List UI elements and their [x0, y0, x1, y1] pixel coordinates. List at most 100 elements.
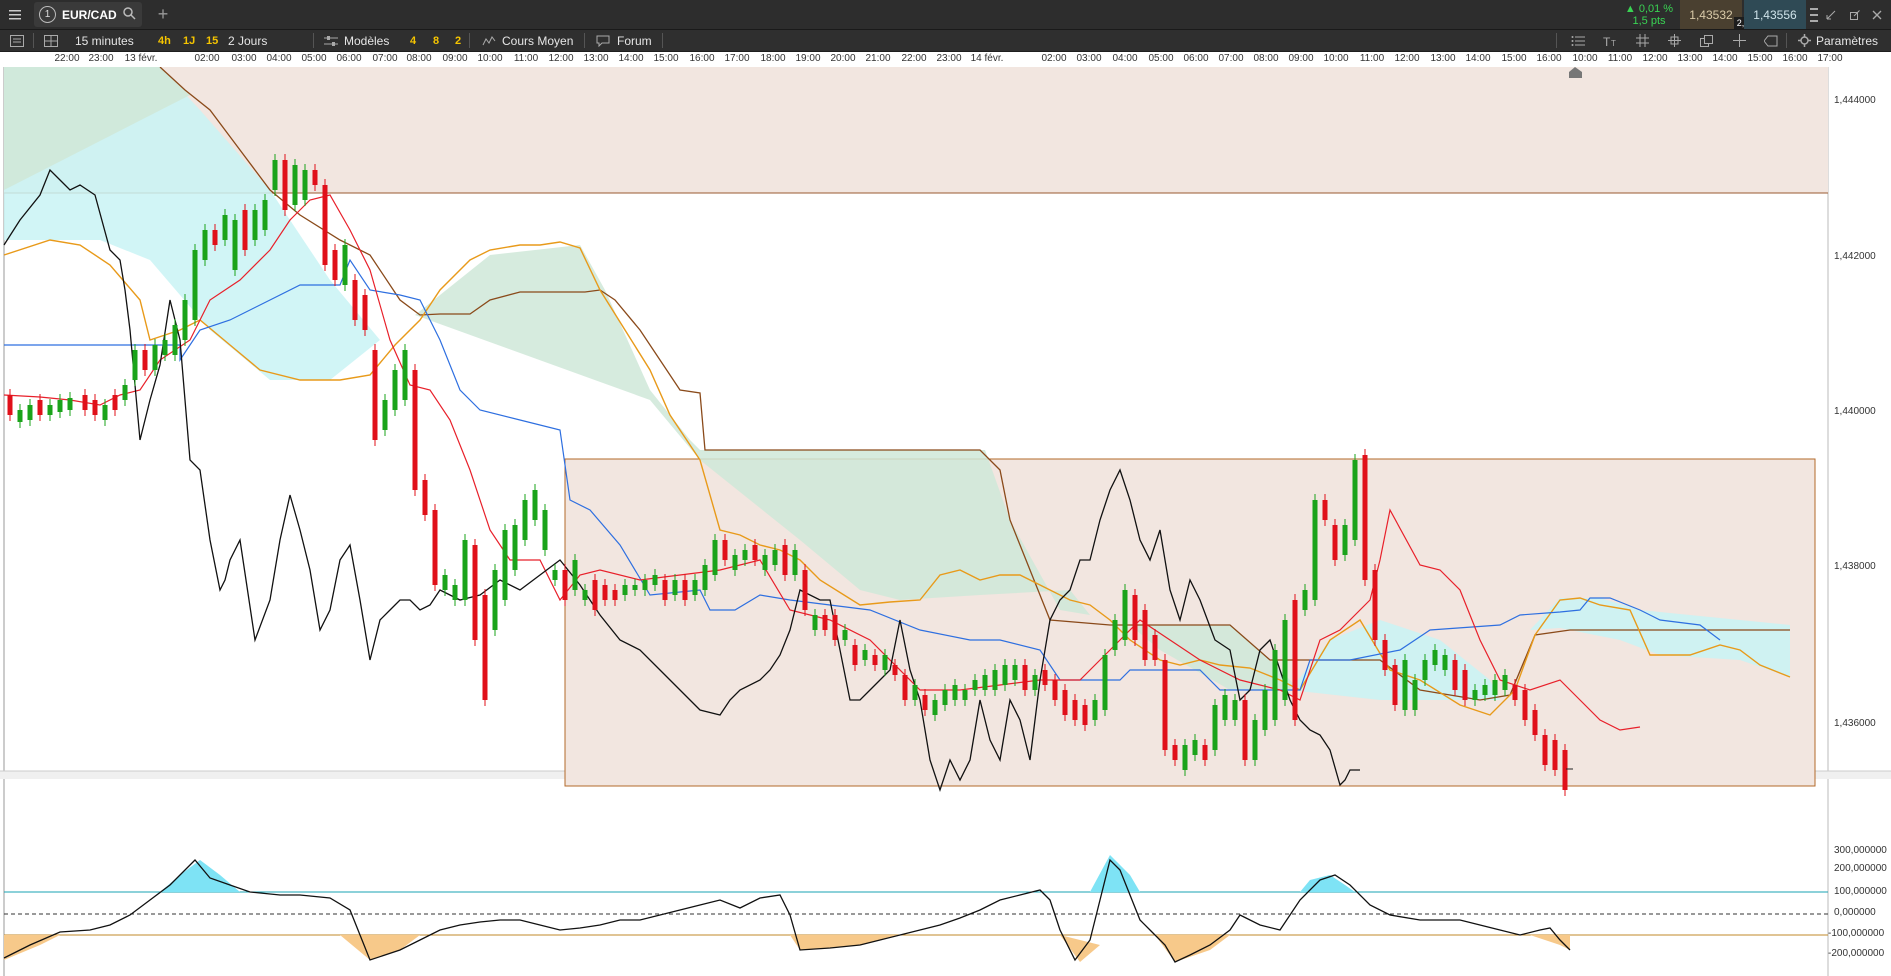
time-tick-label: 18:00: [760, 53, 786, 64]
time-tick-label: 03:00: [1076, 53, 1102, 64]
timeframe-select[interactable]: 15 minutes: [75, 30, 134, 51]
settings-button[interactable]: Paramètres: [1816, 30, 1878, 51]
candle-body: [962, 690, 968, 700]
time-tick-label: 12:00: [1642, 53, 1668, 64]
candle-body: [432, 510, 438, 585]
popout-icon[interactable]: [1846, 0, 1864, 29]
grid-icon[interactable]: [1636, 30, 1649, 51]
candle-body: [532, 490, 538, 520]
divider: [1556, 33, 1557, 48]
time-tick-label: 15:00: [653, 53, 679, 64]
hamburger-icon[interactable]: [0, 0, 30, 29]
candle-body: [732, 555, 738, 570]
list-icon[interactable]: [10, 30, 24, 51]
candle-body: [1022, 665, 1028, 690]
candle-body: [482, 595, 488, 700]
time-tick-label: 14:00: [618, 53, 644, 64]
osc-negative-fill: [1060, 935, 1100, 962]
change-percent: ▲ 0,01 %: [1624, 2, 1674, 15]
candle-body: [1372, 570, 1378, 640]
quick-tf-4h[interactable]: 4h: [158, 30, 171, 51]
close-icon[interactable]: [1868, 0, 1886, 29]
resistance-zone: [4, 67, 1828, 193]
candle-body: [1172, 745, 1178, 760]
windows-icon[interactable]: [1700, 30, 1713, 51]
candle-body: [472, 545, 478, 640]
candle-body: [382, 400, 388, 430]
time-tick-label: 16:00: [1536, 53, 1562, 64]
time-tick-label: 11:00: [1359, 53, 1385, 64]
candle-body: [1562, 750, 1568, 790]
list-lines-icon[interactable]: [1571, 30, 1585, 51]
candle-body: [1072, 700, 1078, 720]
bid-price[interactable]: 1,43532: [1680, 0, 1742, 29]
candle-body: [1342, 525, 1348, 555]
chat-icon[interactable]: [596, 30, 610, 51]
candle-body: [1042, 670, 1048, 685]
forum-button[interactable]: Forum: [617, 30, 652, 51]
panel-icon[interactable]: [1808, 0, 1820, 29]
chart-area[interactable]: 1,444000 1,442000 1,440000 1,438000 1,436000…: [0, 67, 1891, 976]
candle-body: [1112, 620, 1118, 650]
candle-body: [462, 540, 468, 600]
crosshair-icon[interactable]: [1733, 30, 1746, 51]
avg-price-button[interactable]: Cours Moyen: [502, 30, 573, 51]
candle-body: [57, 400, 63, 412]
candle-body: [1532, 710, 1538, 735]
search-icon[interactable]: [122, 6, 136, 23]
time-tick-label: 22:00: [54, 53, 80, 64]
text-size-icon[interactable]: TT: [1603, 30, 1619, 51]
quick-tf-1j[interactable]: 1J: [183, 30, 195, 51]
count-badge-1[interactable]: 4: [410, 30, 416, 51]
svg-text:T: T: [1611, 39, 1616, 47]
time-tick-label: 07:00: [1218, 53, 1244, 64]
time-tick-label: 13 févr.: [124, 53, 158, 64]
count-badge-2[interactable]: 8: [433, 30, 439, 51]
time-tick-label: 23:00: [936, 53, 962, 64]
count-badge-3[interactable]: 2: [455, 30, 461, 51]
candle-body: [1142, 610, 1148, 660]
price-chart[interactable]: [0, 67, 1891, 976]
time-tick-label: 10:00: [477, 53, 503, 64]
candle-body: [502, 530, 508, 600]
candle-body: [222, 215, 228, 240]
sliders-icon[interactable]: [324, 30, 338, 51]
candle-body: [1502, 675, 1508, 690]
avg-price-icon[interactable]: [482, 30, 496, 51]
candle-body: [1462, 670, 1468, 700]
candle-body: [1472, 690, 1478, 700]
candle-body: [82, 395, 88, 410]
ask-price[interactable]: 1,43556: [1744, 0, 1806, 29]
candle-body: [142, 350, 148, 370]
osc-negative-fill: [4, 935, 60, 960]
candle-body: [992, 670, 998, 690]
candle-body: [832, 615, 838, 640]
candle-body: [912, 685, 918, 700]
settings-gear-icon[interactable]: [1798, 30, 1811, 51]
minimize-icon[interactable]: [1822, 0, 1840, 29]
candle-body: [952, 685, 958, 700]
quick-tf-15[interactable]: 15: [206, 30, 218, 51]
candle-body: [1482, 685, 1488, 695]
period-select[interactable]: 2 Jours: [228, 30, 267, 51]
candle-body: [562, 570, 568, 600]
candle-body: [1102, 655, 1108, 710]
osc-tick-label: 0,000000: [1834, 907, 1876, 918]
candle-body: [1492, 680, 1498, 695]
candle-body: [1162, 660, 1168, 750]
add-tab-button[interactable]: +: [153, 0, 173, 29]
time-tick-label: 17:00: [724, 53, 750, 64]
candle-body: [242, 210, 248, 250]
divider: [313, 33, 314, 48]
crosshair-grid-icon[interactable]: [1668, 30, 1681, 51]
models-button[interactable]: Modèles: [344, 30, 389, 51]
candle-body: [172, 325, 178, 355]
symbol-tab[interactable]: 1 EUR/CAD: [34, 2, 142, 27]
candle-body: [772, 550, 778, 565]
candle-body: [802, 570, 808, 610]
candle-body: [1392, 665, 1398, 705]
layout-icon[interactable]: [44, 30, 58, 51]
eraser-icon[interactable]: [1764, 30, 1778, 51]
time-tick-label: 16:00: [689, 53, 715, 64]
candle-body: [442, 575, 448, 590]
